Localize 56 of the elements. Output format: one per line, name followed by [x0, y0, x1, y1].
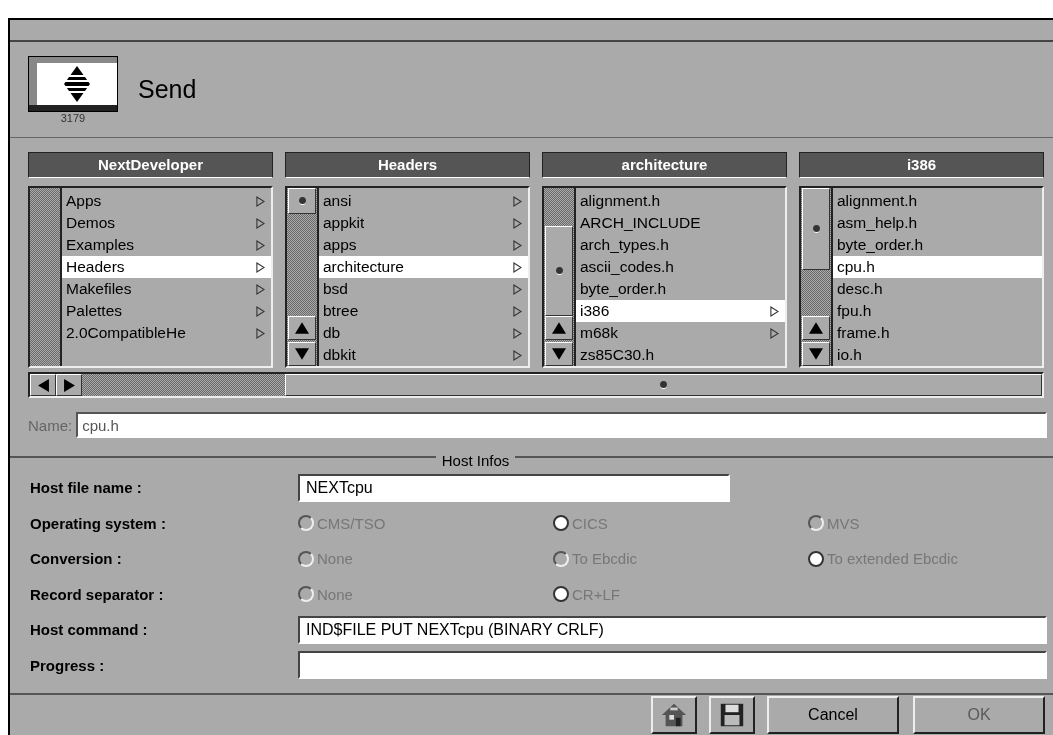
list-item[interactable]: db: [319, 322, 528, 344]
list-item[interactable]: ansi: [319, 190, 528, 212]
list-item[interactable]: architecture: [319, 256, 528, 278]
scroll-bar[interactable]: [287, 188, 319, 366]
list-item[interactable]: Apps: [62, 190, 271, 212]
name-label: Name:: [28, 416, 73, 434]
dialog-button[interactable]: Cancel: [767, 696, 899, 734]
list-item[interactable]: Palettes: [62, 300, 271, 322]
text-field[interactable]: NEXTcpu: [298, 473, 730, 502]
list-item[interactable]: bsd: [319, 278, 528, 300]
list-item[interactable]: btree: [319, 300, 528, 322]
field-label: Host file name :: [29, 479, 143, 497]
list-item[interactable]: byte_order.h: [833, 234, 1042, 256]
list-item[interactable]: Makefiles: [62, 278, 271, 300]
column-title: i386: [799, 152, 1044, 178]
list-item[interactable]: desc.h: [833, 278, 1042, 300]
text-field[interactable]: [298, 651, 1047, 680]
text-field[interactable]: IND$FILE PUT NEXTcpu (BINARY CRLF): [298, 615, 1047, 644]
house-icon[interactable]: [651, 696, 697, 734]
list-item[interactable]: dbkit: [319, 344, 528, 366]
window-title: Send: [138, 75, 197, 104]
list-item[interactable]: frame.h: [833, 322, 1042, 344]
field-label: Conversion :: [29, 550, 123, 568]
column-title: architecture: [542, 152, 787, 178]
horizontal-scroll-bar[interactable]: [28, 372, 1044, 398]
scroll-bar[interactable]: [544, 188, 576, 366]
list-item[interactable]: appkit: [319, 212, 528, 234]
list-item[interactable]: asm_help.h: [833, 212, 1042, 234]
column-title: Headers: [285, 152, 530, 178]
list-item[interactable]: 2.0CompatibleHe: [62, 322, 271, 344]
list-item[interactable]: Examples: [62, 234, 271, 256]
list-item[interactable]: Headers: [62, 256, 271, 278]
field-label: Operating system :: [29, 514, 167, 532]
field-label: Record separator :: [29, 585, 165, 603]
list-item[interactable]: alignment.h: [576, 190, 785, 212]
list-item[interactable]: zs85C30.h: [576, 344, 785, 366]
list-item[interactable]: byte_order.h: [576, 278, 785, 300]
icon-label: 3179: [60, 111, 86, 124]
list-item[interactable]: m68k: [576, 322, 785, 344]
list-item[interactable]: cpu.h: [833, 256, 1042, 278]
field-label: Host command :: [29, 621, 149, 639]
application-icon: [28, 55, 118, 112]
scroll-bar[interactable]: [801, 188, 833, 366]
list-item[interactable]: i386: [576, 300, 785, 322]
list-item[interactable]: ARCH_INCLUDE: [576, 212, 785, 234]
list-item[interactable]: Demos: [62, 212, 271, 234]
list-item[interactable]: apps: [319, 234, 528, 256]
list-item[interactable]: fpu.h: [833, 300, 1042, 322]
list-item[interactable]: arch_types.h: [576, 234, 785, 256]
field-label: Progress :: [29, 656, 106, 674]
list-item[interactable]: io.h: [833, 344, 1042, 366]
scroll-bar[interactable]: [30, 188, 62, 366]
list-item[interactable]: ascii_codes.h: [576, 256, 785, 278]
name-field[interactable]: cpu.h: [76, 412, 1047, 438]
list-item[interactable]: alignment.h: [833, 190, 1042, 212]
column-title: NextDeveloper: [28, 152, 273, 178]
